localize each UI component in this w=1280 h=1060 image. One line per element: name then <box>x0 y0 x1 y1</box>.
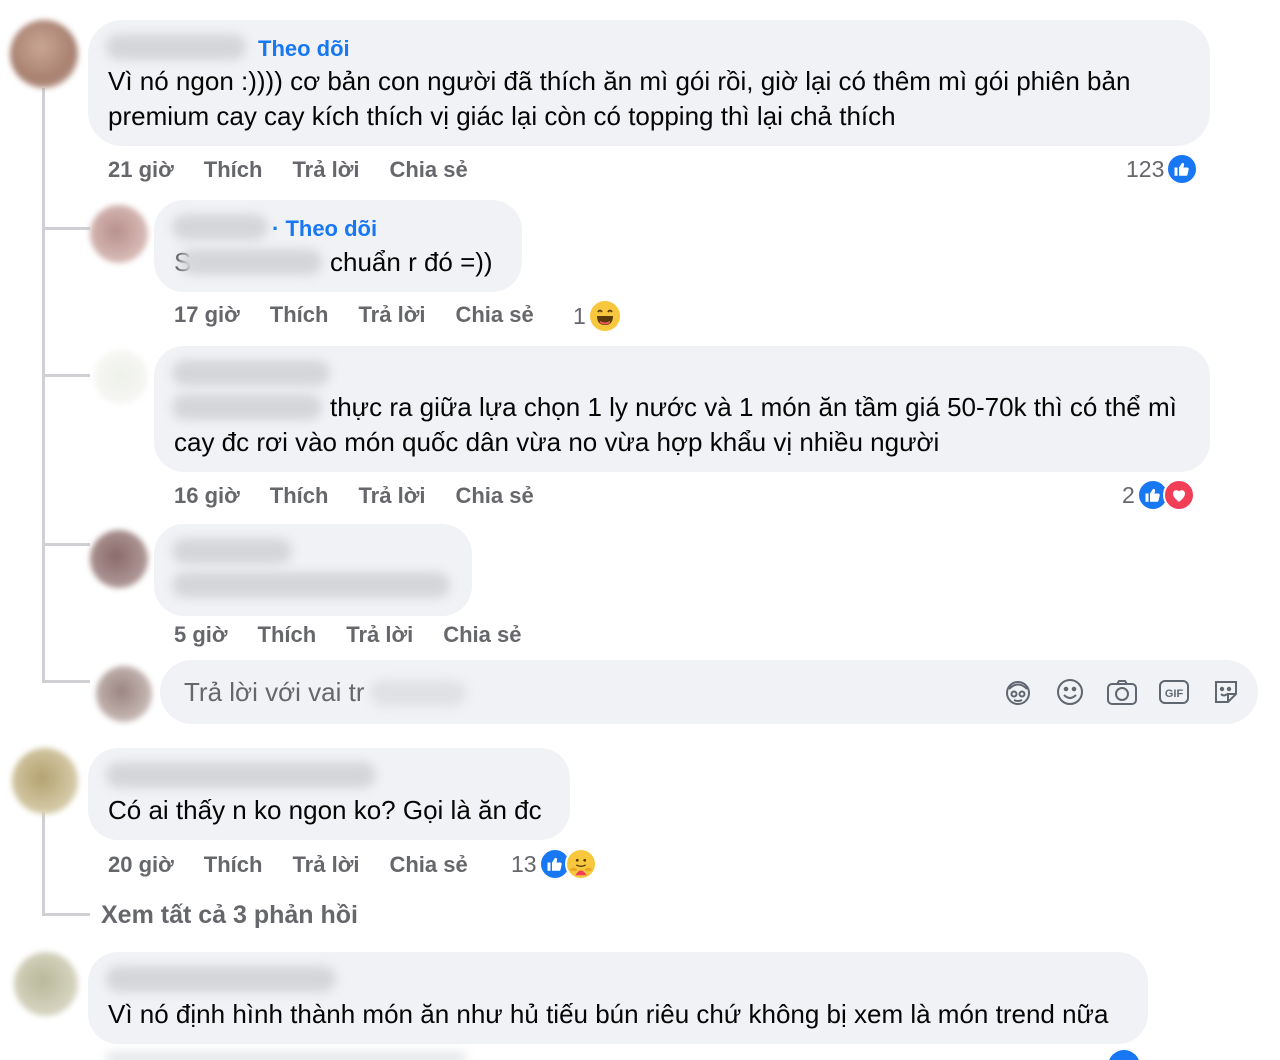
reaction-count: 13 <box>511 850 537 877</box>
avatar[interactable] <box>12 748 78 814</box>
like-icon <box>1108 1050 1140 1060</box>
comment-text: Vì nó định hình thành món ăn như hủ tiếu… <box>108 999 1109 1029</box>
reaction-count: 2 <box>1122 481 1135 508</box>
timestamp[interactable]: 21 giờ <box>108 157 174 183</box>
thread-connector <box>42 680 90 683</box>
thread-connector <box>42 543 90 546</box>
actions-cutoff <box>106 1052 466 1060</box>
reply-button[interactable]: Trả lời <box>292 852 359 878</box>
comment-text-blurred <box>172 572 450 598</box>
comment-actions: 16 giờ Thích Trả lời Chia sẻ <box>174 483 534 509</box>
camera-icon[interactable] <box>1106 676 1138 708</box>
thread-connector <box>42 227 90 230</box>
author-name-blurred[interactable] <box>172 360 330 386</box>
author-name-blurred[interactable] <box>172 214 268 240</box>
placeholder-blurred <box>370 680 466 706</box>
comment-actions: 21 giờ Thích Trả lời Chia sẻ <box>108 157 468 183</box>
follow-link[interactable]: Theo dõi <box>258 36 350 62</box>
share-button[interactable]: Chia sẻ <box>455 483 533 509</box>
reaction-summary[interactable]: 123 <box>1126 153 1199 185</box>
follow-link[interactable]: · Theo dõi <box>272 216 377 242</box>
avatar-sticker-icon[interactable] <box>1002 676 1034 708</box>
author-name-blurred[interactable] <box>172 538 292 564</box>
author-name-blurred[interactable] <box>106 34 246 60</box>
like-button[interactable]: Thích <box>258 622 317 648</box>
reply-button[interactable]: Trả lời <box>358 483 425 509</box>
comment-text: Có ai thấy n ko ngon ko? Gọi là ăn đc <box>108 795 542 825</box>
timestamp[interactable]: 17 giờ <box>174 302 240 328</box>
sticker-icon[interactable] <box>1210 676 1242 708</box>
avatar[interactable] <box>14 952 78 1016</box>
like-button[interactable]: Thích <box>204 852 263 878</box>
comment-actions: 17 giờ Thích Trả lời Chia sẻ <box>174 302 534 328</box>
like-button[interactable]: Thích <box>204 157 263 183</box>
avatar[interactable] <box>90 205 148 263</box>
share-button[interactable]: Chia sẻ <box>389 157 467 183</box>
timestamp[interactable]: 5 giờ <box>174 622 228 648</box>
like-button[interactable]: Thích <box>270 483 329 509</box>
gif-icon[interactable]: GIF <box>1158 676 1190 708</box>
reaction-summary[interactable]: 13 <box>511 848 597 880</box>
reaction-summary[interactable]: 1 <box>573 299 622 333</box>
reaction-summary[interactable]: 2 <box>1122 479 1195 511</box>
reaction-count: 123 <box>1126 155 1165 182</box>
share-button[interactable]: Chia sẻ <box>443 622 521 648</box>
haha-icon <box>587 299 622 333</box>
reply-placeholder[interactable]: Trả lời với vai tr <box>184 677 364 708</box>
thread-connector <box>42 374 90 377</box>
thread-line-second <box>42 812 45 916</box>
reaction-count: 1 <box>573 302 586 329</box>
comment-text: thực ra giữa lựa chọn 1 ly nước và 1 món… <box>330 392 1177 422</box>
comment-text: premium cay cay kích thích vị giác lại c… <box>108 101 896 131</box>
timestamp[interactable]: 20 giờ <box>108 852 174 878</box>
svg-text:GIF: GIF <box>1165 688 1184 700</box>
comment-text: Vì nó ngon :)))) cơ bản con người đã thí… <box>108 66 1131 96</box>
mention-blurred[interactable] <box>180 249 322 275</box>
avatar[interactable] <box>90 530 148 588</box>
like-button[interactable]: Thích <box>270 302 329 328</box>
view-all-replies-link[interactable]: Xem tất cả 3 phản hồi <box>101 901 358 930</box>
timestamp[interactable]: 16 giờ <box>174 483 240 509</box>
comment-actions: 20 giờ Thích Trả lời Chia sẻ <box>108 852 468 878</box>
reply-button[interactable]: Trả lời <box>346 622 413 648</box>
avatar[interactable] <box>10 20 78 88</box>
comment-actions: 5 giờ Thích Trả lời Chia sẻ <box>174 622 521 648</box>
share-button[interactable]: Chia sẻ <box>389 852 467 878</box>
author-name-blurred[interactable] <box>106 966 336 992</box>
emoji-icon[interactable] <box>1054 676 1086 708</box>
avatar[interactable] <box>94 350 148 404</box>
avatar <box>96 666 152 722</box>
comment-text: chuẩn r đó =)) <box>330 247 493 277</box>
reply-button[interactable]: Trả lời <box>358 302 425 328</box>
like-icon <box>1166 153 1199 185</box>
love-icon <box>1162 479 1195 511</box>
care-icon <box>564 848 597 880</box>
thread-connector <box>42 913 90 916</box>
reply-button[interactable]: Trả lời <box>292 157 359 183</box>
thread-line-main <box>42 88 45 680</box>
comment-text: cay đc rơi vào món quốc dân vừa no vừa h… <box>174 427 940 457</box>
author-name-blurred[interactable] <box>106 762 376 788</box>
share-button[interactable]: Chia sẻ <box>455 302 533 328</box>
mention-blurred[interactable] <box>172 394 322 420</box>
